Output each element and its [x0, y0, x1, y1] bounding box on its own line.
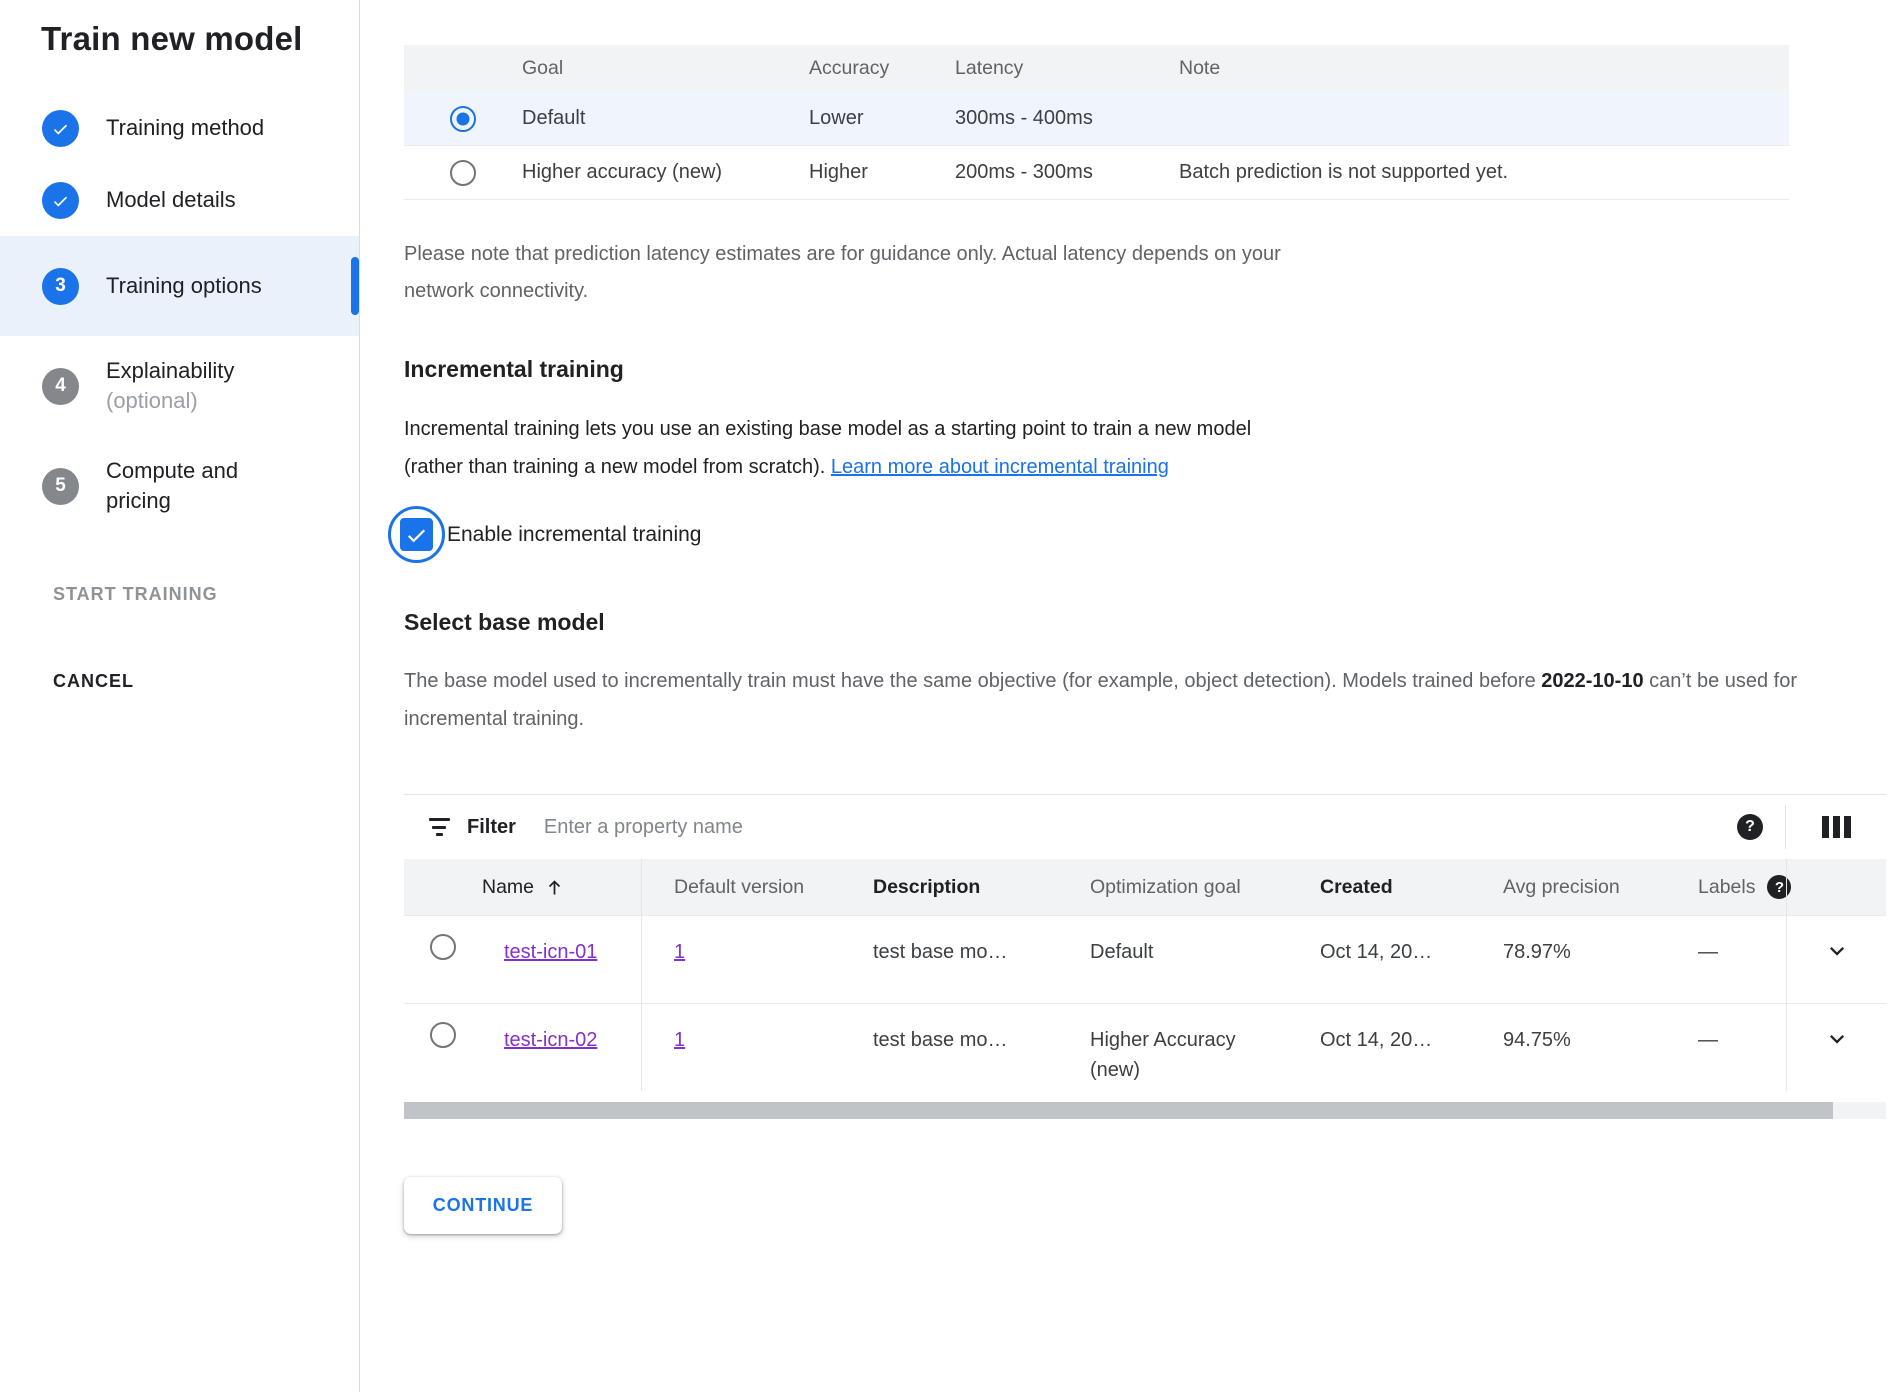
step-number-icon: 4	[42, 368, 79, 405]
model-goal-cell: Higher Accuracy (new)	[1058, 1004, 1288, 1091]
model-created-cell: Oct 14, 20…	[1288, 1004, 1471, 1091]
base-model-description: The base model used to incrementally tra…	[404, 662, 1894, 738]
model-table-header: Name Default version Description Optimiz…	[404, 859, 1886, 915]
goal-row-default[interactable]: Default Lower 300ms - 400ms	[404, 92, 1789, 146]
start-training-button[interactable]: START TRAINING	[53, 584, 359, 605]
filter-icon	[427, 818, 451, 836]
enable-incremental-training-checkbox[interactable]	[400, 518, 433, 551]
step-label-optional: (optional)	[106, 388, 198, 413]
enable-incremental-training-row: Enable incremental training	[388, 506, 1896, 563]
incremental-training-heading: Incremental training	[404, 356, 1896, 383]
step-done-check-icon	[42, 182, 79, 219]
model-description-cell: test base mo…	[841, 1004, 1058, 1091]
filter-input[interactable]	[542, 815, 1142, 840]
training-options-panel: Goal Accuracy Latency Note Default Lower…	[360, 0, 1896, 1392]
description-column-header[interactable]: Description	[841, 859, 1058, 915]
base-model-table: Filter ? Name Default vers	[404, 794, 1886, 1091]
continue-button[interactable]: CONTINUE	[404, 1177, 562, 1234]
labels-column-header[interactable]: Labels ?	[1666, 859, 1786, 915]
goal-cell: Higher accuracy (new)	[522, 161, 809, 184]
active-step-indicator-bar	[351, 257, 359, 315]
model-created-cell: Oct 14, 20…	[1288, 916, 1471, 1003]
step-label: Model details	[106, 185, 236, 215]
latency-disclaimer-text: Please note that prediction latency esti…	[404, 236, 1309, 310]
step-number-icon: 3	[42, 268, 79, 305]
sidebar-item-compute-and-pricing[interactable]: 5 Compute and pricing	[0, 436, 359, 536]
model-description-cell: test base mo…	[841, 916, 1058, 1003]
step-label: Compute and pricing	[106, 456, 276, 516]
model-row-test-icn-01: test-icn-01 1 test base mo… Default Oct …	[404, 915, 1886, 1003]
incremental-training-description: Incremental training lets you use an exi…	[404, 410, 1314, 486]
radio-goal-higher-accuracy[interactable]	[450, 160, 476, 186]
base-model-cutoff-date: 2022-10-10	[1541, 670, 1643, 692]
avg-precision-column-header[interactable]: Avg precision	[1471, 859, 1666, 915]
step-number-icon: 5	[42, 468, 79, 505]
radio-goal-default[interactable]	[450, 106, 476, 132]
expand-column-header	[1786, 859, 1886, 915]
model-version-link[interactable]: 1	[674, 1029, 685, 1051]
accuracy-column-header: Accuracy	[809, 57, 955, 80]
model-name-link[interactable]: test-icn-02	[504, 1025, 602, 1055]
checkbox-ripple	[388, 506, 445, 563]
filter-label: Filter	[467, 816, 516, 839]
step-label: Training method	[106, 113, 264, 143]
model-goal-cell: Default	[1058, 916, 1288, 1003]
name-column-header[interactable]: Name	[482, 859, 641, 915]
sort-ascending-icon	[544, 877, 565, 898]
train-new-model-page: Train new model Training method Model de…	[0, 0, 1896, 1392]
cancel-button[interactable]: CANCEL	[53, 671, 359, 692]
created-column-header[interactable]: Created	[1288, 859, 1471, 915]
latency-column-header: Latency	[955, 57, 1179, 80]
goal-cell: Default	[522, 107, 809, 130]
horizontal-scrollbar-track[interactable]	[404, 1102, 1886, 1119]
sidebar-item-training-method[interactable]: Training method	[0, 92, 359, 164]
expand-row-chevron-icon[interactable]	[1823, 1025, 1851, 1091]
model-avg-precision-cell: 94.75%	[1471, 1004, 1666, 1091]
accuracy-cell: Lower	[809, 107, 955, 130]
stepper-sidebar: Train new model Training method Model de…	[0, 0, 360, 1392]
note-column-header: Note	[1179, 57, 1789, 80]
column-display-icon[interactable]	[1822, 816, 1851, 838]
filter-bar: Filter ?	[404, 795, 1886, 859]
step-label: Training options	[106, 271, 262, 301]
model-radio-column	[404, 859, 482, 915]
note-cell: Batch prediction is not supported yet.	[1179, 161, 1789, 184]
radio-model-test-icn-01[interactable]	[430, 934, 456, 960]
model-labels-cell: —	[1666, 1004, 1786, 1091]
model-labels-cell: —	[1666, 916, 1786, 1003]
model-row-test-icn-02: test-icn-02 1 test base mo… Higher Accur…	[404, 1003, 1886, 1091]
horizontal-scrollbar-thumb[interactable]	[404, 1102, 1833, 1119]
learn-more-link[interactable]: Learn more about incremental training	[831, 456, 1169, 478]
sidebar-item-training-options[interactable]: 3 Training options	[0, 236, 359, 336]
select-base-model-heading: Select base model	[404, 609, 1896, 636]
step-label: Explainability (optional)	[106, 356, 234, 416]
latency-cell: 300ms - 400ms	[955, 107, 1179, 130]
model-version-link[interactable]: 1	[674, 941, 685, 963]
step-label-main: Explainability	[106, 358, 234, 383]
checkbox-label: Enable incremental training	[447, 523, 701, 547]
goal-column-header: Goal	[522, 57, 809, 80]
expand-row-chevron-icon[interactable]	[1823, 937, 1851, 1003]
base-model-description-before: The base model used to incrementally tra…	[404, 670, 1536, 692]
sidebar-item-explainability[interactable]: 4 Explainability (optional)	[0, 336, 359, 436]
goal-row-higher-accuracy[interactable]: Higher accuracy (new) Higher 200ms - 300…	[404, 146, 1789, 200]
model-name-link[interactable]: test-icn-01	[504, 937, 602, 967]
prediction-goal-table: Goal Accuracy Latency Note Default Lower…	[404, 45, 1789, 200]
optimization-goal-column-header[interactable]: Optimization goal	[1058, 859, 1288, 915]
accuracy-cell: Higher	[809, 161, 955, 184]
sidebar-item-model-details[interactable]: Model details	[0, 164, 359, 236]
latency-cell: 200ms - 300ms	[955, 161, 1179, 184]
goal-table-header: Goal Accuracy Latency Note	[404, 45, 1789, 92]
radio-model-test-icn-02[interactable]	[430, 1022, 456, 1048]
step-done-check-icon	[42, 110, 79, 147]
default-version-column-header[interactable]: Default version	[641, 859, 841, 915]
page-title: Train new model	[41, 20, 359, 58]
model-avg-precision-cell: 78.97%	[1471, 916, 1666, 1003]
help-icon[interactable]: ?	[1737, 814, 1763, 840]
